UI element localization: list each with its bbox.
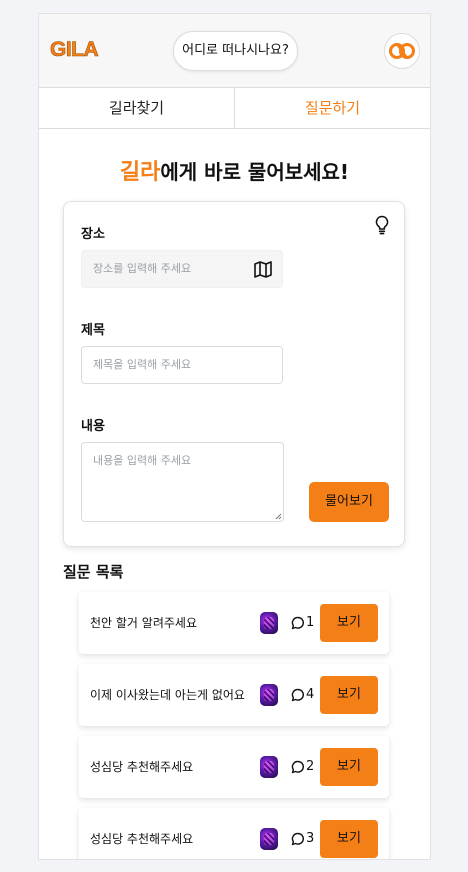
view-button[interactable]: 보기 xyxy=(320,604,378,642)
title-label: 제목 xyxy=(81,323,105,338)
title-input[interactable]: 제목을 입력해 주세요 xyxy=(81,346,283,384)
resize-handle-icon[interactable] xyxy=(275,513,282,520)
question-list-heading: 질문 목록 xyxy=(63,563,124,581)
title-placeholder: 제목을 입력해 주세요 xyxy=(93,358,192,371)
place-input[interactable]: 장소를 입력해 주세요 xyxy=(81,250,283,288)
comment-icon xyxy=(291,688,304,702)
tab-bar: 길라찾기 질문하기 xyxy=(39,88,430,129)
page-title-rest: 에게 바로 물어보세요! xyxy=(160,160,350,184)
comment-icon xyxy=(291,760,304,774)
profile-button[interactable] xyxy=(384,33,420,69)
avatar xyxy=(260,756,278,778)
question-item[interactable]: 성심당 추천해주세요 2 보기 xyxy=(79,736,389,798)
question-item[interactable]: 성심당 추천해주세요 3 보기 xyxy=(79,808,389,859)
question-form: 장소 장소를 입력해 주세요 제목 제목을 입력해 주세요 내용 내용을 입력해… xyxy=(63,201,405,547)
comment-count: 2 xyxy=(306,759,315,774)
comment-count: 3 xyxy=(306,831,315,846)
page-title-accent: 길라 xyxy=(119,160,161,185)
place-label: 장소 xyxy=(81,227,105,242)
brand-logo-icon xyxy=(389,43,415,59)
view-button[interactable]: 보기 xyxy=(320,820,378,858)
logo[interactable]: GILA xyxy=(50,38,99,62)
ask-button[interactable]: 물어보기 xyxy=(309,482,389,522)
header: GILA 어디로 떠나시나요? xyxy=(39,14,430,88)
avatar xyxy=(260,612,278,634)
content-placeholder: 내용을 입력해 주세요 xyxy=(93,454,192,467)
comment-icon xyxy=(291,616,304,630)
comment-count: 4 xyxy=(306,687,315,702)
avatar xyxy=(260,828,278,850)
tab-find-gila[interactable]: 길라찾기 xyxy=(39,88,235,128)
view-button[interactable]: 보기 xyxy=(320,676,378,714)
question-title: 천안 할거 알려주세요 xyxy=(90,616,197,630)
place-placeholder: 장소를 입력해 주세요 xyxy=(93,262,192,275)
app-frame: GILA 어디로 떠나시나요? 길라찾기 질문하기 길라에게 바로 물어보세요!… xyxy=(38,13,431,860)
question-item[interactable]: 천안 할거 알려주세요 1 보기 xyxy=(79,592,389,654)
comment-icon xyxy=(291,832,304,846)
destination-search-button[interactable]: 어디로 떠나시나요? xyxy=(173,31,298,71)
question-item[interactable]: 이제 이사왔는데 아는게 없어요 4 보기 xyxy=(79,664,389,726)
question-title: 성심당 추천해주세요 xyxy=(90,760,194,774)
view-button[interactable]: 보기 xyxy=(320,748,378,786)
comment-count: 1 xyxy=(306,615,315,630)
tab-ask-question[interactable]: 질문하기 xyxy=(235,88,430,128)
question-title: 이제 이사왔는데 아는게 없어요 xyxy=(90,688,245,702)
question-title: 성심당 추천해주세요 xyxy=(90,832,194,846)
lightbulb-icon[interactable] xyxy=(374,215,390,235)
content-textarea[interactable]: 내용을 입력해 주세요 xyxy=(81,442,284,522)
map-icon[interactable] xyxy=(254,261,272,278)
page-title: 길라에게 바로 물어보세요! xyxy=(39,154,430,186)
avatar xyxy=(260,684,278,706)
content-label: 내용 xyxy=(81,419,105,434)
